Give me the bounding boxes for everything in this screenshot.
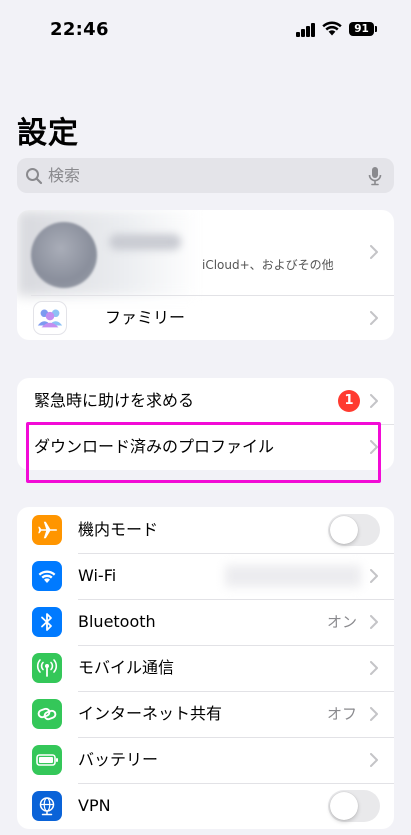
chevron-right-icon [370,569,378,583]
globe-icon [32,791,62,821]
wifi-label: Wi-Fi [78,566,117,585]
bluetooth-row[interactable]: Bluetooth オン [17,599,394,645]
bluetooth-status: オン [326,613,357,631]
mobile-data-row[interactable]: モバイル通信 [17,645,394,691]
chevron-right-icon [370,753,378,767]
battery-status-icon: 91 [349,22,377,36]
personal-hotspot-row[interactable]: インターネット共有 オフ [17,691,394,737]
blurred-network-name [225,565,361,587]
airplane-mode-toggle[interactable] [328,514,380,546]
search-icon [26,168,43,185]
wifi-icon [32,561,62,591]
chevron-right-icon [370,394,378,408]
personal-hotspot-label: インターネット共有 [78,704,223,723]
battery-icon [32,745,62,775]
chevron-right-icon [370,615,378,629]
link-icon [32,699,62,729]
chevron-right-icon [370,661,378,675]
microphone-icon[interactable] [368,166,382,186]
connectivity-group: 機内モード Wi-Fi Bluetooth オン モバイル通信 インターネット共… [17,507,394,829]
wifi-row[interactable]: Wi-Fi [17,553,394,599]
status-time: 22:46 [50,19,109,40]
avatar [31,222,97,288]
chevron-right-icon [370,245,378,259]
search-bar[interactable] [17,158,394,193]
emergency-label: 緊急時に助けを求める [34,391,195,410]
personal-hotspot-status: オフ [326,705,357,723]
notification-badge: 1 [338,390,360,412]
status-bar: 22:46 91 [0,0,411,60]
family-label: ファミリー [105,308,186,327]
battery-label: バッテリー [78,750,159,769]
airplane-icon [32,515,62,545]
account-group: iCloud+、およびその他 ファミリー [17,210,394,340]
airplane-mode-row[interactable]: 機内モード [17,507,394,553]
family-icon [33,301,67,335]
bluetooth-icon [32,607,62,637]
cellular-signal-icon [296,23,318,37]
vpn-label: VPN [78,796,111,815]
page-title: 設定 [17,116,79,151]
chevron-right-icon [370,707,378,721]
airplane-mode-label: 機内モード [78,520,159,539]
account-row[interactable]: iCloud+、およびその他 [17,210,394,296]
emergency-row[interactable]: 緊急時に助けを求める 1 [17,378,394,424]
family-row[interactable]: ファミリー [17,296,394,340]
chevron-right-icon [370,311,378,325]
search-input[interactable] [48,158,348,193]
battery-row[interactable]: バッテリー [17,737,394,783]
wifi-status-icon [322,21,342,36]
bluetooth-label: Bluetooth [78,612,156,631]
antenna-icon [32,653,62,683]
mobile-data-label: モバイル通信 [78,658,175,677]
vpn-row[interactable]: VPN [17,783,394,829]
highlight-annotation [26,422,381,483]
vpn-toggle[interactable] [328,790,380,822]
blurred-account-name [109,234,181,250]
